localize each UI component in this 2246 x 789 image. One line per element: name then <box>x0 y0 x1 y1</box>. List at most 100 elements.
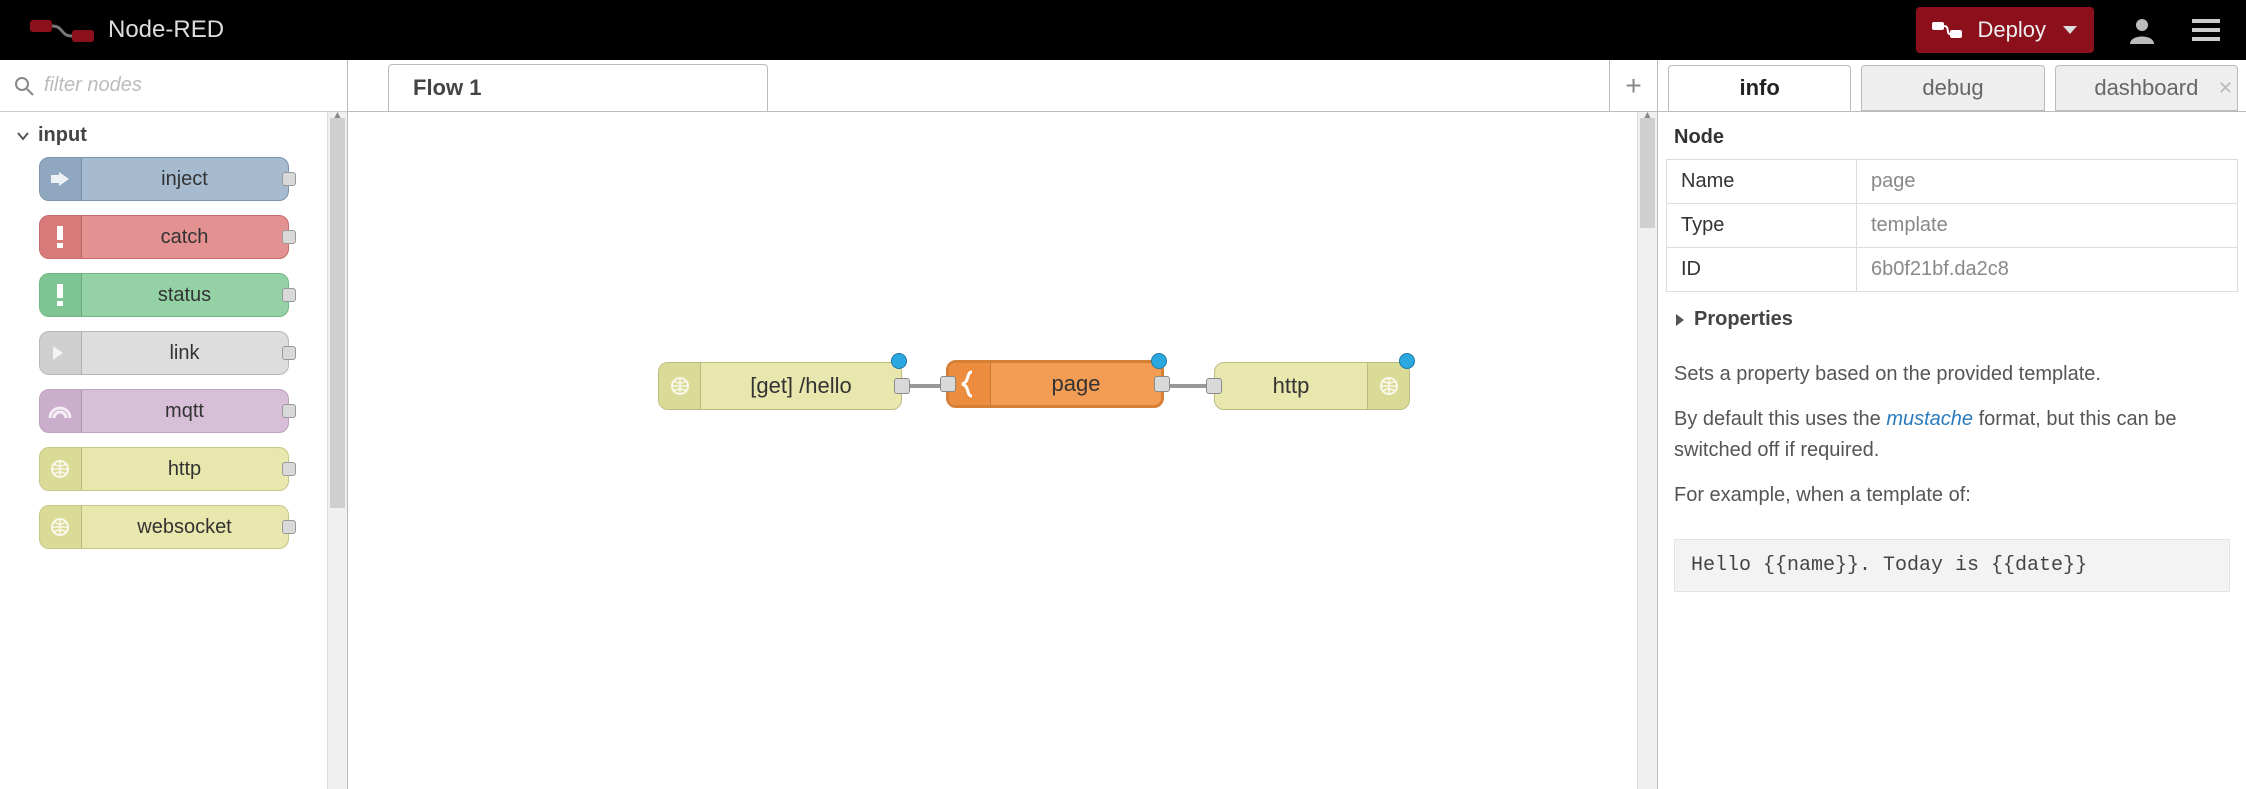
globe-icon <box>40 448 82 490</box>
node-output-port <box>282 230 296 244</box>
close-icon[interactable]: ✕ <box>2218 78 2233 99</box>
node-output-port[interactable] <box>894 378 910 394</box>
app-logo: Node-RED <box>30 16 224 44</box>
table-row: Type template <box>1667 204 2238 248</box>
deploy-button-label: Deploy <box>1978 17 2046 43</box>
chevron-right-icon <box>1674 313 1686 327</box>
sidebar-tab-info[interactable]: info <box>1668 65 1851 111</box>
tab-label: info <box>1740 75 1780 101</box>
node-changed-indicator <box>891 353 907 369</box>
info-key-name: Name <box>1667 160 1857 204</box>
add-flow-button[interactable]: + <box>1609 60 1657 111</box>
node-label: http <box>1215 373 1367 399</box>
node-output-port <box>282 520 296 534</box>
palette-node-label: inject <box>82 168 288 191</box>
tab-label: dashboard <box>2094 75 2198 101</box>
hamburger-icon <box>2192 19 2220 41</box>
globe-icon <box>659 363 701 409</box>
palette-node-link[interactable]: link <box>39 331 289 375</box>
palette-node-label: link <box>82 342 288 365</box>
palette-node-label: status <box>82 284 288 307</box>
globe-icon <box>40 506 82 548</box>
palette-node-inject[interactable]: inject <box>39 157 289 201</box>
app-name: Node-RED <box>108 16 224 44</box>
scrollbar-thumb[interactable] <box>330 118 345 508</box>
palette-node-websocket[interactable]: websocket <box>39 505 289 549</box>
flow-tab[interactable]: Flow 1 <box>388 64 768 111</box>
palette-node-status[interactable]: status <box>39 273 289 317</box>
tab-label: debug <box>1922 75 1983 101</box>
search-icon <box>14 76 34 96</box>
node-output-port[interactable] <box>1154 376 1170 392</box>
user-button[interactable] <box>2122 10 2162 50</box>
node-input-port[interactable] <box>1206 378 1222 394</box>
inject-icon <box>40 158 82 200</box>
plus-icon: + <box>1625 70 1641 102</box>
palette-node-label: websocket <box>82 516 288 539</box>
info-key-type: Type <box>1667 204 1857 248</box>
chevron-down-icon <box>2062 24 2078 36</box>
palette-category-label: input <box>38 124 87 147</box>
flow-tab-label: Flow 1 <box>413 75 481 101</box>
info-key-id: ID <box>1667 248 1857 292</box>
scrollbar-thumb[interactable] <box>1640 118 1655 228</box>
sidebar-tabs: info debug dashboard ✕ <box>1658 60 2246 112</box>
flow-canvas[interactable]: [get] /hello page http <box>348 112 1637 789</box>
palette-node-catch[interactable]: catch <box>39 215 289 259</box>
canvas-node-http-response[interactable]: http <box>1214 362 1410 410</box>
canvas-node-http-in[interactable]: [get] /hello <box>658 362 902 410</box>
info-properties-toggle[interactable]: Properties <box>1658 292 2246 341</box>
table-row: Name page <box>1667 160 2238 204</box>
node-palette: input inject catch <box>0 60 348 789</box>
help-paragraph: By default this uses the mustache format… <box>1674 404 2230 466</box>
user-icon <box>2128 16 2156 44</box>
mustache-link[interactable]: mustache <box>1886 408 1973 430</box>
alert-icon <box>40 216 82 258</box>
palette-node-http[interactable]: http <box>39 447 289 491</box>
info-val-id: 6b0f21bf.da2c8 <box>1857 248 2238 292</box>
palette-scrollbar[interactable]: ▲ <box>327 112 347 789</box>
node-output-port <box>282 288 296 302</box>
node-input-port[interactable] <box>940 376 956 392</box>
node-output-port <box>282 172 296 186</box>
workspace: Flow 1 + [get] /hello <box>348 60 1658 789</box>
palette-filter <box>0 60 347 112</box>
help-paragraph: For example, when a template of: <box>1674 480 2230 511</box>
chevron-down-icon <box>16 129 30 143</box>
filter-nodes-input[interactable] <box>44 74 333 97</box>
node-output-port <box>282 346 296 360</box>
node-label: page <box>991 371 1161 397</box>
palette-node-label: catch <box>82 226 288 249</box>
nodered-logo-icon <box>30 16 94 44</box>
palette-node-label: http <box>82 458 288 481</box>
sidebar-tab-dashboard[interactable]: dashboard ✕ <box>2055 65 2238 111</box>
canvas-node-template[interactable]: page <box>946 360 1164 408</box>
bridge-icon <box>40 390 82 432</box>
node-label: [get] /hello <box>701 373 901 399</box>
info-properties-label: Properties <box>1694 308 1793 331</box>
node-output-port <box>282 404 296 418</box>
flow-tabs: Flow 1 + <box>348 60 1657 112</box>
info-section-node: Node <box>1658 112 2246 159</box>
deploy-icon <box>1932 20 1962 40</box>
info-val-type: template <box>1857 204 2238 248</box>
table-row: ID 6b0f21bf.da2c8 <box>1667 248 2238 292</box>
menu-button[interactable] <box>2186 10 2226 50</box>
deploy-button[interactable]: Deploy <box>1916 7 2094 53</box>
help-paragraph: Sets a property based on the provided te… <box>1674 359 2230 390</box>
node-output-port <box>282 462 296 476</box>
sidebar: info debug dashboard ✕ Node Name page Ty… <box>1658 60 2246 789</box>
sidebar-body: Node Name page Type template ID 6b0f21bf… <box>1658 112 2246 789</box>
palette-category-input[interactable]: input <box>12 118 315 157</box>
node-changed-indicator <box>1399 353 1415 369</box>
palette-node-mqtt[interactable]: mqtt <box>39 389 289 433</box>
code-example: Hello {{name}}. Today is {{date}} <box>1674 539 2230 592</box>
link-icon <box>40 332 82 374</box>
node-info-table: Name page Type template ID 6b0f21bf.da2c… <box>1666 159 2238 292</box>
info-val-name: page <box>1857 160 2238 204</box>
canvas-scrollbar[interactable]: ▲ <box>1637 112 1657 789</box>
palette-node-label: mqtt <box>82 400 288 423</box>
node-help-text: Sets a property based on the provided te… <box>1658 341 2246 529</box>
app-header: Node-RED Deploy <box>0 0 2246 60</box>
sidebar-tab-debug[interactable]: debug <box>1861 65 2044 111</box>
